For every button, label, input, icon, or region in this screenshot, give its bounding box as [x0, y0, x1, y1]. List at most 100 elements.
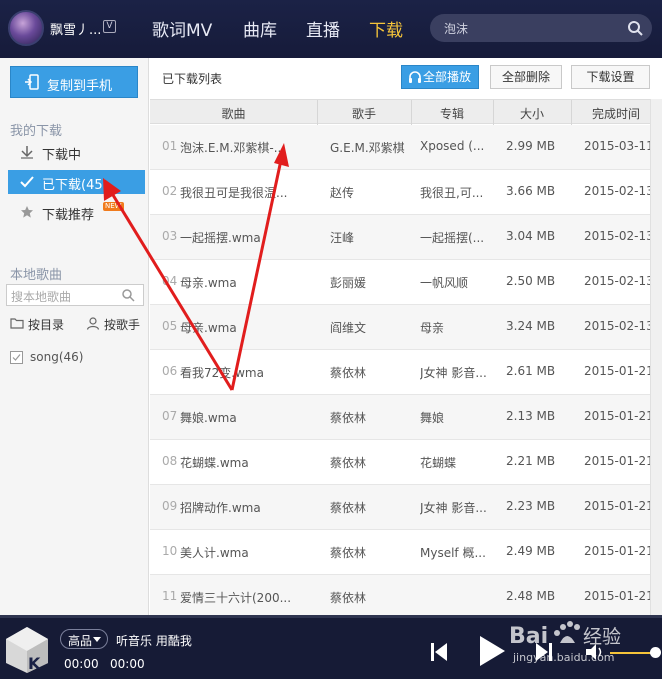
album-name[interactable]: 一起摇摆(...: [420, 229, 492, 246]
artist-name[interactable]: 蔡依林: [330, 409, 410, 426]
kuwo-logo-icon[interactable]: K: [4, 625, 50, 675]
table-row[interactable]: 03 一起摇摆.wma 汪峰 一起摇摆(... 3.04 MB 2015-02-…: [150, 215, 654, 260]
artist-name[interactable]: 阎维文: [330, 319, 410, 336]
artist-name[interactable]: G.E.M.邓紫棋: [330, 139, 410, 156]
svg-text:经验: 经验: [583, 626, 621, 648]
album-name[interactable]: 母亲: [420, 319, 492, 336]
file-size: 2.61 MB: [506, 364, 556, 378]
username[interactable]: 飘雪丿...: [50, 19, 101, 38]
person-icon: [86, 317, 100, 330]
play-all-button[interactable]: 全部播放: [401, 65, 479, 89]
play-all-label: 全部播放: [422, 70, 471, 84]
nav-lyrics-mv[interactable]: 歌词MV: [152, 16, 212, 41]
row-index: 11: [162, 589, 178, 603]
col-header-artist[interactable]: 歌手: [317, 105, 411, 122]
search-icon[interactable]: [626, 19, 644, 37]
album-name[interactable]: Xposed (...: [420, 139, 492, 153]
completed-time: 2015-03-11: [584, 139, 654, 153]
nav-live[interactable]: 直播: [306, 16, 340, 41]
row-index: 07: [162, 409, 178, 423]
copy-to-phone-button[interactable]: 复制到手机: [10, 66, 138, 98]
check-icon: [20, 176, 34, 188]
sidebar-item-recommend[interactable]: 下载推荐 NEW: [8, 200, 145, 224]
table-row[interactable]: 01 泡沫.E.M.邓紫棋-... G.E.M.邓紫棋 Xposed (... …: [150, 125, 654, 170]
album-name[interactable]: 花蝴蝶: [420, 454, 492, 471]
sidebar-item-downloaded[interactable]: 已下载(45): [8, 170, 145, 194]
top-bar: 飘雪丿... V 歌词MV 曲库 直播 下载 泡沫: [0, 0, 662, 58]
table-header: 歌曲 歌手 专辑 大小 完成时间: [150, 99, 650, 125]
file-size: 2.50 MB: [506, 274, 556, 288]
album-name[interactable]: J女神 影音...: [420, 499, 492, 516]
local-search-input[interactable]: 搜本地歌曲: [6, 284, 144, 306]
artist-name[interactable]: 赵传: [330, 184, 410, 201]
table-row[interactable]: 08 花蝴蝶.wma 蔡依林 花蝴蝶 2.21 MB 2015-01-21: [150, 440, 654, 485]
checkbox-icon[interactable]: [10, 351, 23, 364]
copy-to-phone-label: 复制到手机: [47, 79, 113, 94]
vip-badge[interactable]: V: [103, 20, 116, 33]
nav-library[interactable]: 曲库: [243, 16, 277, 41]
row-index: 09: [162, 499, 178, 513]
col-header-time[interactable]: 完成时间: [571, 105, 661, 122]
song-name: 一起摇摆.wma: [180, 231, 261, 245]
play-icon[interactable]: [478, 635, 506, 667]
album-name[interactable]: 一帆风顺: [420, 274, 492, 291]
row-index: 08: [162, 454, 178, 468]
col-header-song[interactable]: 歌曲: [150, 105, 317, 122]
previous-track-icon[interactable]: [430, 642, 448, 662]
artist-name[interactable]: 蔡依林: [330, 589, 410, 606]
new-badge: NEW: [103, 202, 124, 211]
svg-text:K: K: [28, 654, 41, 673]
completed-time: 2015-02-13: [584, 229, 654, 243]
table-row[interactable]: 11 爱情三十六计(200... 蔡依林 2.48 MB 2015-01-21: [150, 575, 654, 620]
artist-name[interactable]: 蔡依林: [330, 454, 410, 471]
album-name[interactable]: J女神 影音...: [420, 364, 492, 381]
table-row[interactable]: 07 舞娘.wma 蔡依林 舞娘 2.13 MB 2015-01-21: [150, 395, 654, 440]
table-row[interactable]: 02 我很丑可是我很温... 赵传 我很丑,可... 3.66 MB 2015-…: [150, 170, 654, 215]
table-row[interactable]: 09 招牌动作.wma 蔡依林 J女神 影音... 2.23 MB 2015-0…: [150, 485, 654, 530]
delete-all-button[interactable]: 全部删除: [490, 65, 562, 89]
svg-text:Bai: Bai: [509, 624, 548, 649]
completed-time: 2015-01-21: [584, 544, 654, 558]
search-box[interactable]: 泡沫: [430, 14, 652, 42]
user-avatar[interactable]: [8, 10, 44, 46]
table-row[interactable]: 06 看我72变.wma 蔡依林 J女神 影音... 2.61 MB 2015-…: [150, 350, 654, 395]
row-index: 10: [162, 544, 178, 558]
artist-name[interactable]: 蔡依林: [330, 364, 410, 381]
sidebar: 复制到手机 我的下载 下载中 已下载(45) 下载推荐 NEW 本地歌曲 搜本地…: [0, 58, 149, 615]
table-row[interactable]: 05 母亲.wma 阎维文 母亲 3.24 MB 2015-02-13: [150, 305, 654, 350]
file-size: 2.21 MB: [506, 454, 556, 468]
col-header-album[interactable]: 专辑: [411, 105, 493, 122]
download-settings-button[interactable]: 下载设置: [571, 65, 650, 89]
completed-time: 2015-02-13: [584, 319, 654, 333]
quality-dropdown[interactable]: 高品: [60, 629, 108, 649]
song-name: 招牌动作.wma: [180, 501, 261, 515]
artist-name[interactable]: 彭丽媛: [330, 274, 410, 291]
col-header-size[interactable]: 大小: [493, 105, 571, 122]
table-row[interactable]: 04 母亲.wma 彭丽媛 一帆风顺 2.50 MB 2015-02-13: [150, 260, 654, 305]
download-list-panel: 已下载列表 全部播放 全部删除 下载设置 歌曲 歌手 专辑 大小 完成时间 01…: [150, 58, 662, 620]
song-folder-label: song(46): [30, 350, 84, 364]
total-time: 00:00: [110, 657, 145, 671]
search-icon[interactable]: [121, 288, 135, 302]
page-title: 已下载列表: [162, 72, 223, 86]
artist-name[interactable]: 蔡依林: [330, 499, 410, 516]
song-name: 我很丑可是我很温...: [180, 186, 288, 200]
file-size: 2.48 MB: [506, 589, 556, 603]
album-name[interactable]: 我很丑,可...: [420, 184, 492, 201]
sidebar-item-downloading[interactable]: 下载中: [8, 140, 145, 164]
file-size: 3.66 MB: [506, 184, 556, 198]
file-size: 2.99 MB: [506, 139, 556, 153]
row-index: 04: [162, 274, 178, 288]
quality-label: 高品: [68, 634, 93, 648]
table-row[interactable]: 10 美人计.wma 蔡依林 Myself 概... 2.49 MB 2015-…: [150, 530, 654, 575]
album-name[interactable]: 舞娘: [420, 409, 492, 426]
album-name[interactable]: Myself 概...: [420, 544, 492, 561]
song-name: 花蝴蝶.wma: [180, 456, 249, 470]
vertical-scrollbar[interactable]: [650, 99, 662, 615]
completed-time: 2015-01-21: [584, 499, 654, 513]
artist-name[interactable]: 汪峰: [330, 229, 410, 246]
nav-download[interactable]: 下载: [369, 16, 403, 41]
search-input[interactable]: 泡沫: [444, 20, 468, 37]
sidebar-item-label: 下载中: [42, 148, 82, 163]
artist-name[interactable]: 蔡依林: [330, 544, 410, 561]
